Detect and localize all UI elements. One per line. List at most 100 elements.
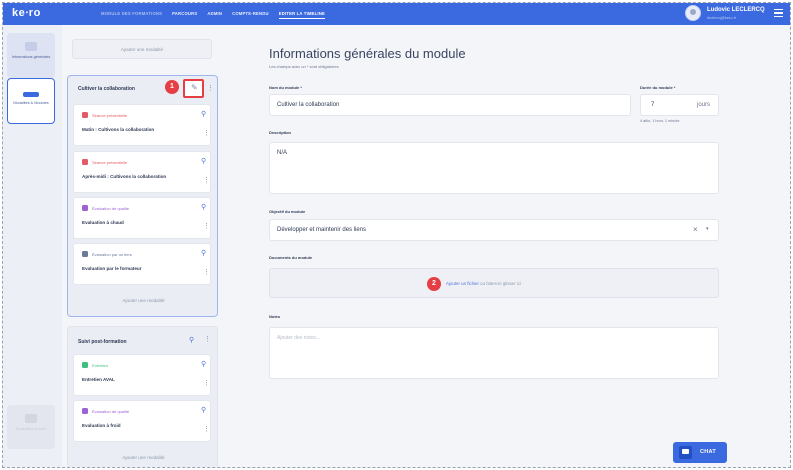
quality-icon bbox=[82, 205, 88, 211]
module-card: Suivi post-formation ⚲ ⋮ Entretien Entre… bbox=[67, 326, 219, 467]
add-modality-button[interactable]: Ajouter une modalité bbox=[72, 39, 212, 59]
user-name: Ludovic LECLERCQ bbox=[707, 7, 765, 13]
duration-value: 7 bbox=[651, 102, 655, 108]
documents-label: Documents du module bbox=[269, 255, 313, 260]
activity-tag: Évaluation de qualité bbox=[82, 205, 129, 211]
kebab-icon[interactable]: ⋮ bbox=[203, 129, 210, 137]
activity-card[interactable]: Séance présentielle Matin : Cultivons la… bbox=[73, 104, 211, 146]
kebab-icon[interactable]: ⋮ bbox=[203, 379, 210, 387]
notes-placeholder: Ajouter des notes... bbox=[277, 335, 321, 341]
chevron-down-icon[interactable]: ▾ bbox=[706, 226, 709, 232]
clear-icon[interactable]: × bbox=[693, 225, 698, 234]
nav-admin[interactable]: ADMIN bbox=[207, 11, 222, 19]
info-icon bbox=[25, 42, 37, 51]
duration-hint: 4 atlio, 1 hour, 1 minute bbox=[640, 119, 680, 123]
activity-tag: Évaluation de qualité bbox=[82, 408, 129, 414]
modules-icon bbox=[23, 92, 39, 97]
paperclip-icon[interactable]: ⚲ bbox=[201, 249, 206, 257]
activity-title: Entretien AVAL bbox=[82, 377, 115, 382]
rail-item-modules[interactable]: Modalités & Modules bbox=[7, 78, 55, 124]
avatar[interactable] bbox=[685, 5, 701, 21]
rail-item-label: Évaluation & suivi bbox=[16, 427, 46, 431]
objective-label: Objectif du module bbox=[269, 209, 306, 214]
add-modality-button[interactable]: Ajouter une modalité bbox=[68, 298, 219, 303]
nav-parcours[interactable]: PARCOURS bbox=[172, 11, 197, 19]
name-field[interactable]: Cultiver la collaboration bbox=[269, 94, 631, 116]
notes-label: Notes bbox=[269, 314, 281, 319]
activity-card[interactable]: Évaluation de qualité Evaluation à froid… bbox=[73, 400, 211, 442]
rail-item-disabled: Évaluation & suivi bbox=[7, 405, 55, 449]
chat-label: CHAT bbox=[700, 449, 717, 455]
quality-icon bbox=[82, 408, 88, 414]
paperclip-icon[interactable]: ⚲ bbox=[201, 203, 206, 211]
activity-title: Evaluation par le formateur bbox=[82, 266, 142, 271]
duration-unit: jours bbox=[697, 102, 711, 108]
left-rail: Informations générales Modalités & Modul… bbox=[3, 25, 62, 467]
activity-tag: Entretien bbox=[82, 362, 108, 368]
objective-value: Développer et maintenir des liens bbox=[277, 227, 367, 233]
dropzone-alt-text: ou faites-le glisser ici bbox=[478, 281, 521, 286]
add-file-link[interactable]: Ajouter un fichier bbox=[446, 281, 479, 286]
session-icon bbox=[82, 112, 88, 118]
document-dropzone[interactable]: 2 Ajouter un fichier ou faites-le glisse… bbox=[269, 268, 719, 298]
step-badge: 1 bbox=[165, 80, 179, 94]
module-title: Suivi post-formation bbox=[78, 339, 127, 345]
menu-icon[interactable] bbox=[774, 9, 783, 17]
paperclip-icon[interactable]: ⚲ bbox=[201, 406, 206, 414]
activity-tag-label: Séance présentielle bbox=[92, 112, 128, 118]
add-modality-button[interactable]: Ajouter une modalité bbox=[68, 455, 219, 460]
kebab-icon[interactable]: ⋮ bbox=[207, 85, 214, 92]
required-note: Les champs avec un * sont obligatoires bbox=[269, 64, 339, 69]
app-frame: ke∙ro MODULE DES FORMATIONS PARCOURS ADM… bbox=[2, 2, 791, 468]
edit-module-button[interactable]: ✎ bbox=[183, 79, 204, 98]
activity-tag: Séance présentielle bbox=[82, 112, 127, 118]
paperclip-icon[interactable]: ⚲ bbox=[189, 336, 194, 344]
description-field[interactable]: N/A bbox=[269, 142, 719, 194]
paperclip-icon[interactable]: ⚲ bbox=[201, 360, 206, 368]
paperclip-icon[interactable]: ⚲ bbox=[201, 157, 206, 165]
chat-button[interactable]: CHAT bbox=[673, 442, 727, 463]
activity-title: Après-midi : Cultivons la collaboration bbox=[82, 174, 167, 179]
module-form: Informations générales du module Les cha… bbox=[231, 25, 790, 467]
clipboard-icon bbox=[25, 414, 37, 423]
activity-tag-label: Évaluation par un tiers bbox=[92, 251, 132, 257]
activity-tag: Séance présentielle bbox=[82, 159, 127, 165]
chat-icon bbox=[679, 446, 692, 459]
nav-module-formations[interactable]: MODULE DES FORMATIONS bbox=[101, 11, 162, 19]
interview-icon bbox=[82, 362, 88, 368]
activity-card[interactable]: Évaluation de qualité Evaluation à chaud… bbox=[73, 197, 211, 239]
activity-card[interactable]: Séance présentielle Après-midi : Cultivo… bbox=[73, 151, 211, 193]
pencil-icon: ✎ bbox=[191, 83, 198, 92]
description-value: N/A bbox=[277, 150, 288, 156]
activity-tag-label: Évaluation de qualité bbox=[92, 205, 130, 211]
module-title: Cultiver la collaboration bbox=[78, 86, 135, 92]
activity-card[interactable]: Entretien Entretien AVAL ⚲ ⋮ bbox=[73, 354, 211, 396]
activity-tag-label: Entretien bbox=[92, 362, 109, 368]
module-card: Cultiver la collaboration 1 ✎ ⋮ Séance p… bbox=[67, 75, 218, 317]
rail-item-label: Informations générales bbox=[11, 55, 51, 59]
kebab-icon[interactable]: ⋮ bbox=[203, 425, 210, 433]
kebab-icon[interactable]: ⋮ bbox=[203, 268, 210, 276]
step-badge: 2 bbox=[427, 277, 441, 291]
notes-field[interactable]: Ajouter des notes... bbox=[269, 327, 719, 379]
user-email: leclercq@kero.fr bbox=[707, 15, 737, 20]
duration-label: Durée du module * bbox=[640, 85, 676, 90]
paperclip-icon[interactable]: ⚲ bbox=[201, 110, 206, 118]
activity-title: Evaluation à froid bbox=[82, 423, 121, 428]
modules-column: Ajouter une modalité Cultiver la collabo… bbox=[62, 25, 224, 467]
name-value: Cultiver la collaboration bbox=[277, 102, 340, 108]
duration-field[interactable]: 7 jours bbox=[640, 94, 719, 116]
kebab-icon[interactable]: ⋮ bbox=[203, 176, 210, 184]
logo[interactable]: ke∙ro bbox=[12, 7, 41, 19]
activity-title: Matin : Cultivons la collaboration bbox=[82, 127, 155, 132]
name-label: Nom du module * bbox=[269, 85, 302, 90]
description-label: Description bbox=[269, 130, 292, 135]
rail-item-general[interactable]: Informations générales bbox=[7, 33, 55, 78]
nav-compte-rendu[interactable]: COMPTE-RENDU bbox=[232, 11, 269, 19]
kebab-icon[interactable]: ⋮ bbox=[204, 336, 211, 343]
nav-editer-timeline[interactable]: EDITER LA TIMELINE bbox=[278, 11, 325, 19]
dropzone-text: Ajouter un fichier ou faites-le glisser … bbox=[446, 281, 521, 286]
objective-select[interactable]: Développer et maintenir des liens × ▾ bbox=[269, 219, 719, 241]
activity-card[interactable]: Évaluation par un tiers Evaluation par l… bbox=[73, 243, 211, 285]
kebab-icon[interactable]: ⋮ bbox=[203, 222, 210, 230]
